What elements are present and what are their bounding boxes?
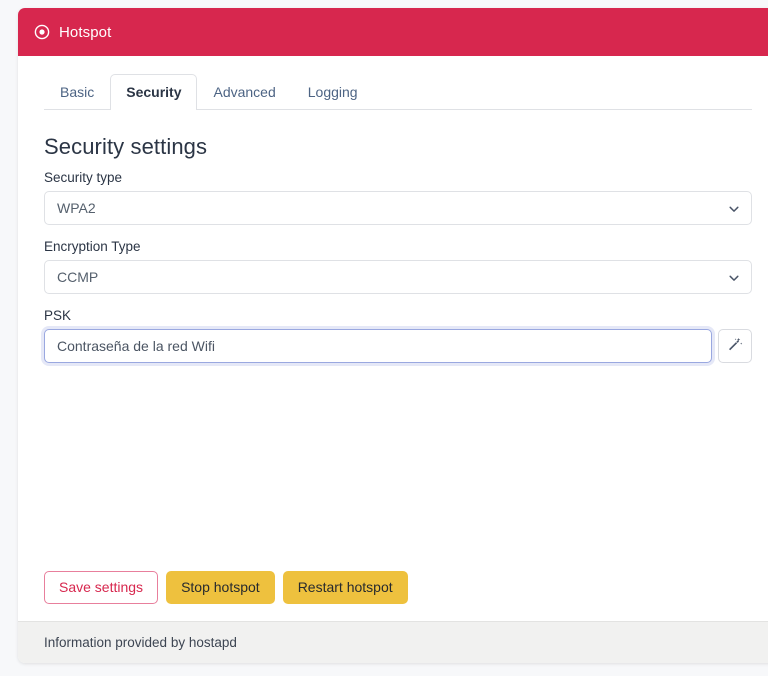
encryption-type-label: Encryption Type (44, 239, 141, 254)
record-circle-icon (34, 24, 50, 40)
card-footer: Information provided by hostapd (18, 621, 768, 663)
encryption-type-select-wrap: CCMP (44, 260, 752, 294)
field-encryption-type: Encryption Type CCMP (44, 239, 752, 294)
settings-body: Basic Security Advanced Logging Security… (18, 56, 768, 628)
tab-bar: Basic Security Advanced Logging (44, 74, 752, 110)
tab-security[interactable]: Security (110, 74, 198, 110)
tab-logging[interactable]: Logging (292, 74, 374, 109)
restart-hotspot-button[interactable]: Restart hotspot (282, 571, 408, 604)
psk-label: PSK (44, 308, 72, 323)
window-header: Hotspot (18, 8, 768, 56)
save-settings-button[interactable]: Save settings (44, 571, 159, 604)
tab-basic[interactable]: Basic (44, 74, 110, 109)
encryption-type-select[interactable]: CCMP (44, 260, 752, 294)
hotspot-settings-card: Hotspot Basic Security Advanced Logging … (18, 8, 768, 663)
security-type-select[interactable]: WPA2 (44, 191, 752, 225)
window-title: Hotspot (59, 23, 112, 41)
generate-password-button[interactable] (718, 329, 752, 363)
footer-text: Information provided by hostapd (44, 635, 237, 650)
security-type-label: Security type (44, 170, 123, 185)
action-button-group: Save settings Stop hotspot Restart hotsp… (44, 571, 408, 604)
tab-advanced[interactable]: Advanced (197, 74, 291, 109)
security-type-select-wrap: WPA2 (44, 191, 752, 225)
stop-hotspot-button[interactable]: Stop hotspot (166, 571, 275, 604)
field-security-type: Security type WPA2 (44, 170, 752, 225)
page-title: Security settings (44, 134, 208, 159)
psk-input[interactable] (44, 329, 712, 363)
magic-wand-icon (727, 337, 743, 356)
field-psk: PSK (44, 308, 752, 363)
psk-row (44, 329, 752, 363)
